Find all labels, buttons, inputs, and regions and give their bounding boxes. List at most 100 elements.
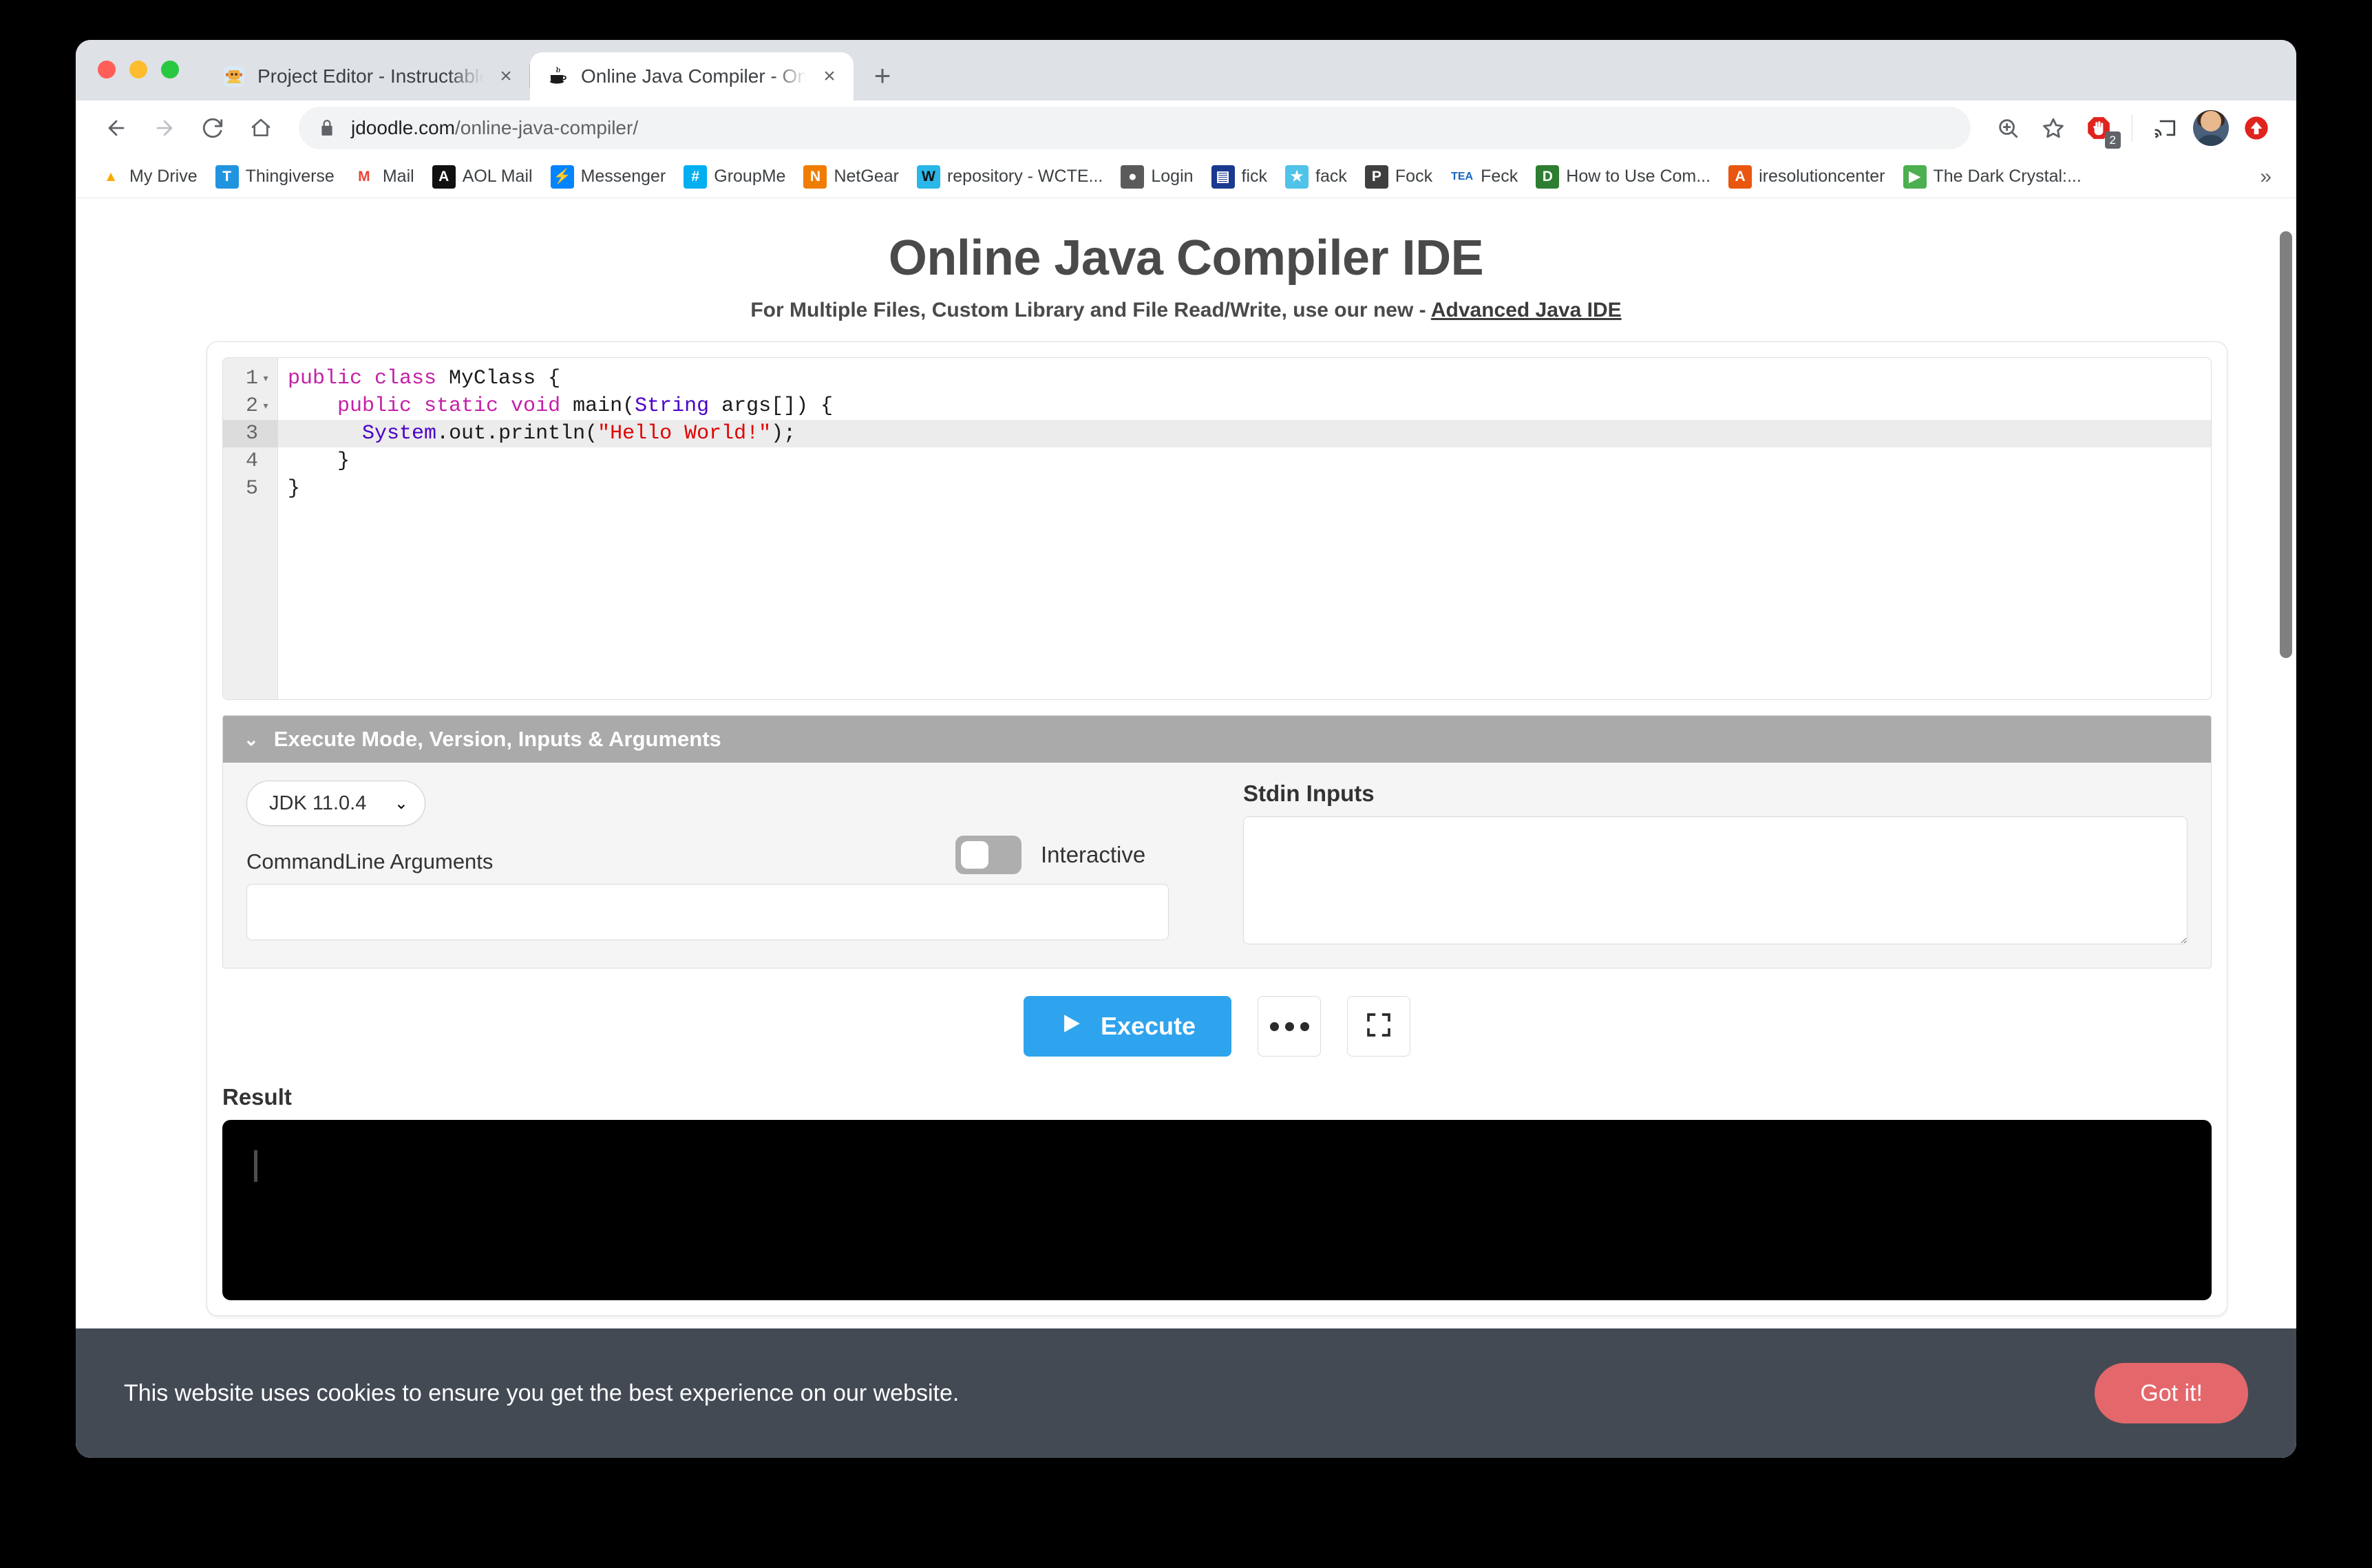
minimize-window-button[interactable] (129, 61, 147, 78)
bookmark-item[interactable]: ●Login (1114, 160, 1200, 193)
url-text: jdoodle.com/online-java-compiler/ (351, 117, 638, 139)
bookmark-label: How to Use Com... (1566, 167, 1711, 187)
interactive-toggle-row: Interactive (955, 836, 1145, 874)
bookmark-item[interactable]: ▶The Dark Crystal:... (1896, 160, 2088, 193)
bookmark-label: Messenger (581, 167, 666, 187)
fullscreen-button[interactable] (1347, 996, 1410, 1057)
tab-list: Project Editor - Instructables × Online … (207, 52, 902, 100)
maximize-window-button[interactable] (161, 61, 179, 78)
code-token: System (362, 422, 436, 445)
red-upload-arrow-icon[interactable] (2236, 107, 2277, 149)
url-path: /online-java-compiler/ (455, 117, 638, 138)
tea-icon: TEA (1450, 165, 1474, 189)
java-coffee-cup-icon (545, 64, 570, 89)
login-globe-icon: ● (1121, 165, 1144, 189)
code-token: .out.println( (436, 422, 597, 445)
fullscreen-icon (1365, 1011, 1393, 1042)
url-host: jdoodle.com (351, 117, 455, 138)
bookmark-item[interactable]: TThingiverse (209, 160, 341, 193)
fold-toggle-icon[interactable]: ▾ (258, 399, 273, 414)
avatar-body (2195, 135, 2227, 146)
execute-button[interactable]: Execute (1024, 996, 1231, 1057)
bookmark-item[interactable]: ▲My Drive (92, 160, 204, 193)
bookmark-item[interactable]: #GroupMe (677, 160, 792, 193)
iresolution-icon: A (1728, 165, 1752, 189)
adblock-stop-hand-icon[interactable]: 2 (2078, 107, 2119, 149)
commandline-arguments-input[interactable] (246, 884, 1169, 940)
new-tab-button[interactable]: + (863, 56, 902, 95)
page-scrollbar[interactable] (2276, 198, 2296, 1458)
result-output-panel[interactable] (222, 1120, 2212, 1300)
cookie-consent-banner: This website uses cookies to ensure you … (76, 1328, 2296, 1458)
star-icon[interactable] (2033, 107, 2074, 149)
bookmark-item[interactable]: AAOL Mail (425, 160, 540, 193)
bookmark-item[interactable]: ▤fick (1205, 160, 1275, 193)
stdin-inputs-label: Stdin Inputs (1243, 781, 2188, 807)
bookmark-item[interactable]: ★fack (1278, 160, 1354, 193)
bookmark-item[interactable]: DHow to Use Com... (1529, 160, 1717, 193)
page-subtitle: For Multiple Files, Custom Library and F… (76, 299, 2296, 322)
chevron-down-icon: ⌄ (244, 729, 259, 750)
code-text-area[interactable]: public class MyClass { public static voi… (278, 358, 2211, 699)
advanced-java-ide-link[interactable]: Advanced Java IDE (1431, 299, 1622, 321)
settings-panel: ⌄ Execute Mode, Version, Inputs & Argume… (222, 715, 2212, 968)
bookmark-item[interactable]: ⚡ Messenger (544, 160, 673, 193)
result-label: Result (222, 1084, 2212, 1110)
bookmark-item[interactable]: TEAFeck (1443, 160, 1525, 193)
address-bar[interactable]: jdoodle.com/online-java-compiler/ (299, 107, 1971, 149)
settings-header-label: Execute Mode, Version, Inputs & Argument… (274, 727, 721, 752)
bookmark-item[interactable]: PFock (1358, 160, 1439, 193)
bookmark-item[interactable]: NNetGear (796, 160, 905, 193)
execute-label: Execute (1101, 1012, 1196, 1041)
bookmark-label: NetGear (834, 167, 898, 187)
jdk-version-select[interactable]: JDK 11.0.4 ⌄ (246, 781, 425, 826)
back-button[interactable] (95, 107, 138, 149)
code-line: } (278, 475, 2211, 502)
line-number-gutter: 1▾2▾3▾4▾5▾ (223, 358, 278, 699)
settings-panel-body: JDK 11.0.4 ⌄ Interactive CommandLine Arg… (223, 763, 2211, 968)
terminal-cursor (254, 1150, 257, 1182)
fack-star-icon: ★ (1285, 165, 1309, 189)
stdin-inputs-textarea[interactable] (1243, 816, 2188, 944)
code-line: public static void main(String args[]) { (278, 392, 2211, 420)
bookmark-label: AOL Mail (463, 167, 533, 187)
ellipsis-icon (1270, 1022, 1309, 1031)
code-editor[interactable]: 1▾2▾3▾4▾5▾ public class MyClass { public… (222, 357, 2212, 700)
page-subtitle-text: For Multiple Files, Custom Library and F… (750, 299, 1430, 321)
bookmark-label: My Drive (129, 167, 198, 187)
settings-panel-header[interactable]: ⌄ Execute Mode, Version, Inputs & Argume… (223, 716, 2211, 763)
close-icon[interactable]: × (818, 65, 841, 88)
fold-toggle-icon[interactable]: ▾ (258, 371, 273, 386)
ide-card: 1▾2▾3▾4▾5▾ public class MyClass { public… (207, 341, 2227, 1316)
cast-icon[interactable] (2145, 107, 2186, 149)
tab-project-editor[interactable]: Project Editor - Instructables × (207, 52, 530, 100)
bookmark-item[interactable]: Wrepository - WCTE... (910, 160, 1110, 193)
line-number: 5▾ (223, 475, 277, 502)
bookmark-item[interactable]: Airesolutioncenter (1722, 160, 1892, 193)
code-line: } (278, 447, 2211, 475)
bookmark-label: Fock (1395, 167, 1432, 187)
more-options-button[interactable] (1258, 996, 1321, 1057)
profile-avatar[interactable] (2190, 107, 2232, 149)
reload-button[interactable] (191, 107, 234, 149)
tab-online-java-compiler[interactable]: Online Java Compiler - Online × (530, 52, 854, 100)
messenger-icon: ⚡ (551, 165, 574, 189)
close-window-button[interactable] (98, 61, 116, 78)
bookmarks-bar: ▲My DriveTThingiverseMMailAAOL Mail⚡Mess… (76, 156, 2296, 198)
cookie-message: This website uses cookies to ensure you … (124, 1380, 2095, 1407)
line-number: 1▾ (223, 365, 277, 392)
tab-title: Online Java Compiler - Online (581, 65, 807, 87)
cookie-accept-button[interactable]: Got it! (2095, 1363, 2248, 1423)
forward-button[interactable] (143, 107, 186, 149)
bookmark-item[interactable]: MMail (346, 160, 421, 193)
browser-toolbar: jdoodle.com/online-java-compiler/ 2 (76, 100, 2296, 156)
interactive-toggle[interactable] (955, 836, 1021, 874)
home-button[interactable] (240, 107, 282, 149)
code-token: "Hello World!" (597, 422, 771, 445)
code-token: args[]) { (709, 394, 833, 418)
zoom-in-icon[interactable] (1987, 107, 2029, 149)
scrollbar-thumb[interactable] (2280, 231, 2292, 658)
bookmarks-overflow-button[interactable]: » (2252, 165, 2280, 189)
close-icon[interactable]: × (494, 65, 518, 88)
page-viewport: Online Java Compiler IDE For Multiple Fi… (76, 198, 2296, 1458)
